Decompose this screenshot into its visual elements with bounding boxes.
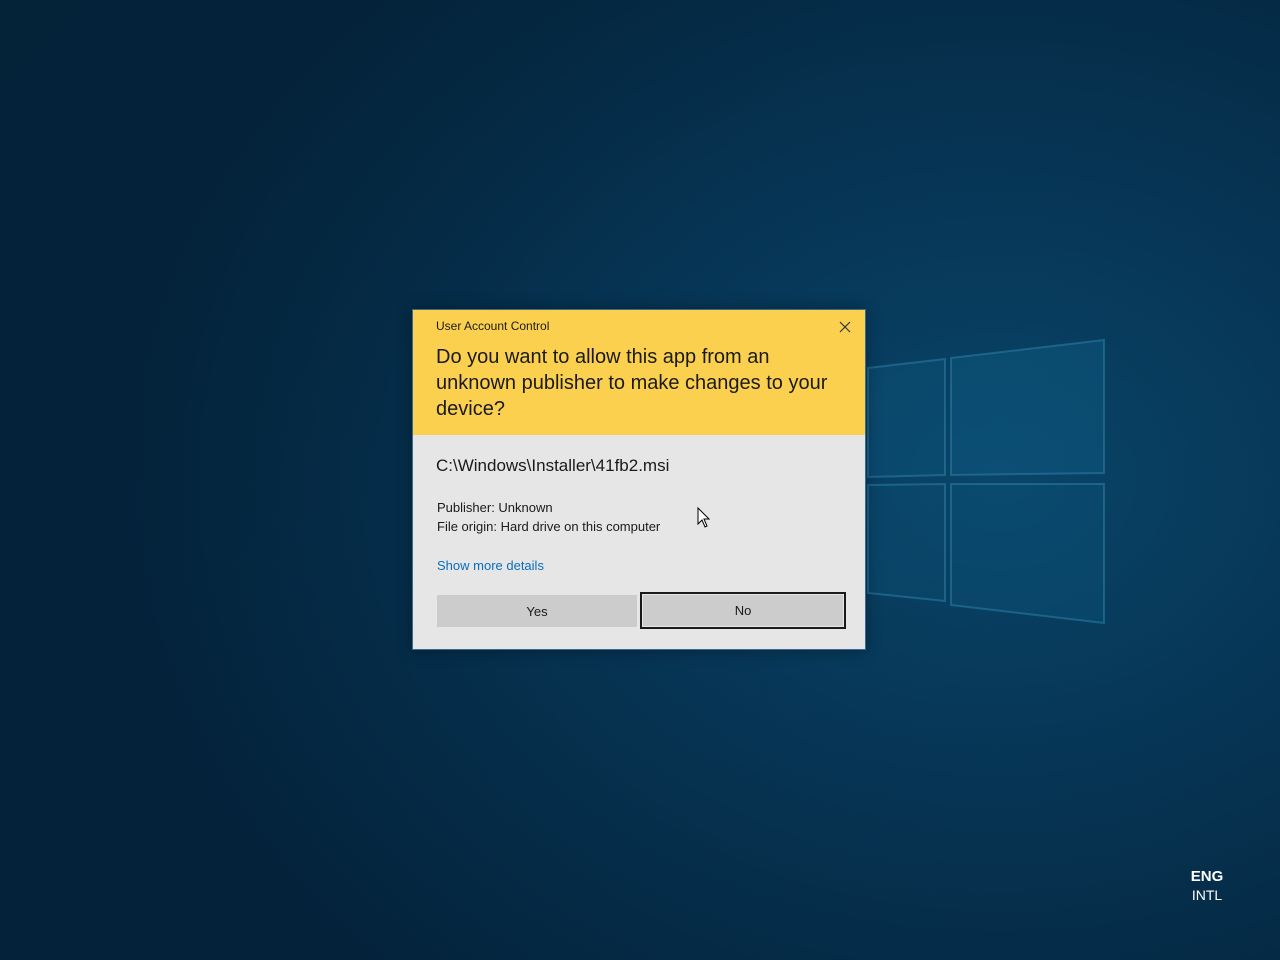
- mouse-cursor-icon: [697, 507, 711, 528]
- show-more-details-link[interactable]: Show more details: [437, 558, 544, 573]
- keyboard-layout: INTL: [1191, 887, 1223, 903]
- dialog-title: User Account Control: [436, 319, 550, 333]
- file-origin-info: File origin: Hard drive on this computer: [437, 519, 661, 534]
- no-button[interactable]: No: [640, 592, 846, 629]
- dialog-header: User Account Control Do you want to allo…: [413, 310, 865, 435]
- language-code: ENG: [1190, 868, 1224, 885]
- close-button[interactable]: [831, 314, 859, 340]
- windows-logo: [867, 338, 1105, 625]
- publisher-info: Publisher: Unknown: [437, 500, 553, 515]
- file-path: C:\Windows\Installer\41fb2.msi: [436, 456, 670, 475]
- dialog-question: Do you want to allow this app from an un…: [436, 346, 828, 420]
- uac-dialog: User Account Control Do you want to allo…: [412, 309, 866, 650]
- close-icon: [839, 321, 851, 333]
- yes-button[interactable]: Yes: [437, 595, 637, 627]
- language-indicator[interactable]: ENG INTL: [1180, 868, 1234, 903]
